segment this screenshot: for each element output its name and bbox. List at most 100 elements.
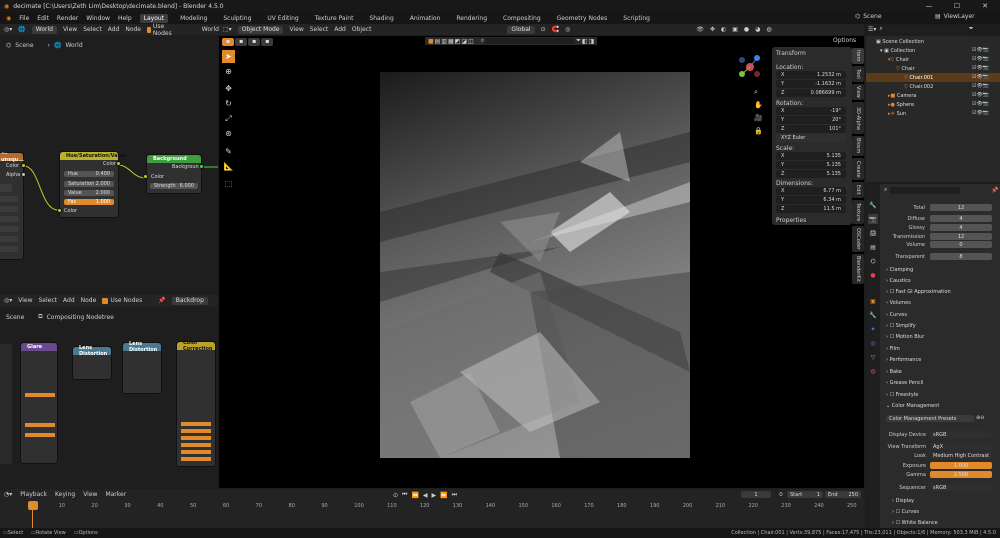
location-y-field[interactable]: Y -1.1632 m [776,80,846,88]
properties-search[interactable] [890,186,961,194]
rotation-y-field[interactable]: Y 20° [776,116,846,124]
sidebar-tab-view[interactable]: View [852,84,864,100]
editor-type-icon[interactable]: ◎▾ [4,297,12,304]
tab-layout[interactable]: Layout [139,13,169,23]
tab-modeling[interactable]: Modeling [176,14,211,23]
material-properties-icon[interactable]: ◍ [868,366,878,376]
exposure-field[interactable]: 1.000 [930,462,992,469]
menu-edit[interactable]: Edit [37,15,49,22]
editor-type-icon[interactable]: ◔▾ [4,491,12,498]
value-field[interactable]: Value 2.000 [64,190,114,196]
modifier-properties-icon[interactable]: 🔧 [868,310,878,320]
color-management-presets[interactable]: Color Management Presets [886,415,974,422]
select-subtract-icon[interactable]: ▪ [248,37,261,46]
hsv-output-socket[interactable] [116,161,121,166]
scale-z-field[interactable]: Z 5.135 [776,170,846,178]
pan-hand-icon[interactable]: ✋ [754,101,763,109]
pin-icon[interactable]: 📌 [158,297,165,304]
outliner-search[interactable] [885,25,966,33]
display-device-dropdown[interactable]: sRGB [930,431,992,438]
current-frame-field[interactable]: 1 [741,491,771,498]
world-properties-icon[interactable]: ● [868,270,878,280]
comp-menu-view[interactable]: View [18,297,32,304]
section-clamping[interactable]: › Clamping [886,267,913,273]
select-invert-icon[interactable]: ▪ [261,37,274,46]
overlay-icon[interactable]: ◐ [721,26,726,33]
bg-color-socket[interactable] [143,174,148,179]
camera-view-icon[interactable]: 🎥 [754,114,763,122]
section-fast-gi[interactable]: › ☐ Fast GI Approximation [886,289,951,295]
shader-menu-add[interactable]: Add [108,26,120,33]
section-film[interactable]: › Film [886,346,900,352]
select-tool-icon[interactable]: ➤ [222,50,235,63]
dimension-x-field[interactable]: X 6.77 m [776,187,846,195]
comp-menu-select[interactable]: Select [39,297,58,304]
glossy-field[interactable]: 4 [930,224,992,231]
pin-icon[interactable]: 📌 [991,187,998,194]
rotate-tool-icon[interactable]: ↻ [222,97,235,110]
gizmo-icon[interactable]: ✥ [710,26,715,33]
close-icon[interactable]: ✕ [971,0,999,12]
record-icon[interactable]: ⊙ [393,492,398,499]
render-icon[interactable]: ■ [428,38,434,45]
preview-range-icon[interactable]: ⏱ [779,492,783,498]
object-mode-dropdown[interactable]: Object Mode [237,25,284,34]
lens-distortion-node-1[interactable]: Lens Distortion [72,345,112,380]
tab-geometry-nodes[interactable]: Geometry Nodes [553,14,612,23]
tool-icon[interactable]: ▥ [441,38,447,45]
menu-view[interactable]: View [83,491,97,498]
rotation-mode-dropdown[interactable]: XYZ Euler [776,134,846,142]
view-layer-selector[interactable]: ▤ ViewLayer [935,13,975,20]
location-z-field[interactable]: Z 0.086699 m [776,89,846,97]
transparent-field[interactable]: 8 [930,253,992,260]
menu-help[interactable]: Help [118,15,132,22]
tool-icon[interactable]: ◨ [589,38,595,45]
jump-key-back-icon[interactable]: ⏪ [411,492,418,499]
transmission-field[interactable]: 12 [930,233,992,240]
dimension-y-field[interactable]: Y 6.34 m [776,196,846,204]
orientation-dropdown[interactable]: Global [507,25,535,34]
section-curves[interactable]: › Curves [886,312,907,318]
use-nodes-checkbox[interactable]: Use Nodes [147,23,174,37]
tab-shading[interactable]: Shading [365,14,397,23]
shader-type-dropdown[interactable]: World [31,25,57,34]
rotation-z-field[interactable]: Z 101° [776,125,846,133]
visibility-icon[interactable]: 👁 [696,26,704,33]
sidebar-tab-blosm[interactable]: Blosm [852,136,864,156]
dimension-z-field[interactable]: Z 11.5 m [776,205,846,213]
tab-uv-editing[interactable]: UV Editing [263,14,302,23]
tool-settings-icon[interactable]: 🔧 [868,200,878,210]
object-properties-icon[interactable]: ▣ [868,296,878,306]
menu-window[interactable]: Window [86,15,110,22]
bg-output-socket[interactable] [199,164,204,169]
view-layer-icon[interactable]: ▤ [868,242,878,252]
tex-color-socket[interactable] [21,163,26,168]
filter-icon[interactable]: ⏷ [576,37,581,45]
saturation-field[interactable]: Saturation 2.000 [64,181,114,187]
section-volumes[interactable]: › Volumes [886,300,911,306]
play-reverse-icon[interactable]: ◀ [423,492,428,499]
lock-icon[interactable]: 🔒 [754,127,763,135]
end-frame-field[interactable]: End 250 [825,491,861,498]
look-dropdown[interactable]: Medium High Contrast [930,452,992,459]
proportional-edit-icon[interactable]: ◎ [565,26,570,33]
maximize-icon[interactable]: ☐ [943,0,971,12]
menu-file[interactable]: File [19,15,29,22]
shading-solid-icon[interactable]: ● [744,26,749,33]
preset-add-remove-icons[interactable]: ⊕⊖ [976,415,984,421]
cursor-tool-icon[interactable]: ⊕ [222,65,235,78]
viewport-menu-object[interactable]: Object [352,26,372,33]
volume-field[interactable]: 0 [930,241,992,248]
pivot-icon[interactable]: ⊙ [541,26,546,33]
minimize-icon[interactable]: — [915,0,943,12]
tab-rendering[interactable]: Rendering [452,14,491,23]
options-button[interactable]: Options [833,37,856,44]
shading-material-icon[interactable]: ◕ [755,26,760,33]
viewport-menu-select[interactable]: Select [310,26,329,33]
glare-node[interactable]: Glare [20,342,58,464]
menu-render[interactable]: Render [57,15,78,22]
sidebar-tab-texture[interactable]: Texture [852,200,864,224]
sidebar-tab-tool[interactable]: Tool [852,66,864,82]
move-tool-icon[interactable]: ✥ [222,82,235,95]
sidebar-tab-3d-alpha[interactable]: 3D-Alpha [852,102,864,134]
